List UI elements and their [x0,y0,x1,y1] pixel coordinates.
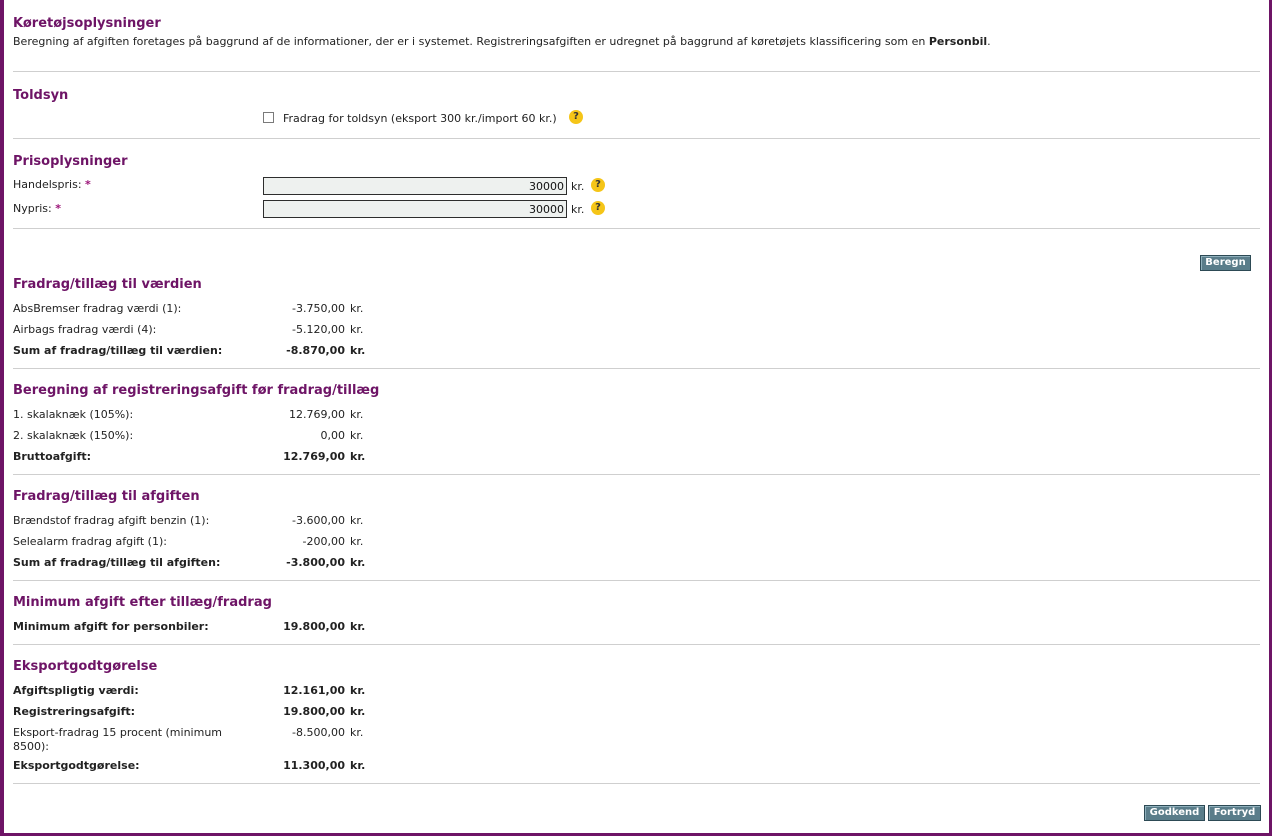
godkend-button[interactable]: Godkend [1144,805,1205,821]
divider [13,644,1260,645]
row-value: -200,00 [302,535,345,548]
handelspris-label: Handelspris: * [13,178,91,191]
vehicle-description-suffix: . [987,35,991,48]
row-value: -3.600,00 [292,514,345,527]
divider [13,71,1260,72]
help-icon[interactable]: ? [591,178,605,192]
row-label: Brændstof fradrag afgift benzin (1): [13,514,210,527]
divider [13,783,1260,784]
divider [13,368,1260,369]
nypris-label: Nypris: * [13,202,61,215]
handelspris-input[interactable] [263,177,567,195]
required-marker: * [85,178,91,191]
row-value: 19.800,00 [283,705,345,718]
divider [13,580,1260,581]
vehicle-description: Beregning af afgiften foretages på baggr… [13,35,991,48]
fee-deductions-heading: Fradrag/tillæg til afgiften [13,489,200,504]
row-unit: kr. [350,450,366,463]
help-icon[interactable]: ? [591,201,605,215]
row-unit: kr. [350,302,364,315]
sum-label: Minimum afgift for personbiler: [13,620,209,633]
vehicle-heading: Køretøjsoplysninger [13,16,161,31]
value-deductions-heading: Fradrag/tillæg til værdien [13,277,202,292]
sum-label: Sum af fradrag/tillæg til afgiften: [13,556,221,569]
beregn-button[interactable]: Beregn [1200,255,1251,271]
price-heading: Prisoplysninger [13,154,128,169]
row-unit: kr. [350,429,364,442]
row-unit: kr. [350,759,366,772]
sum-value: 11.300,00 [283,759,345,772]
row-label: Airbags fradrag værdi (4): [13,323,157,336]
nypris-label-text: Nypris: [13,202,52,215]
vehicle-description-text: Beregning af afgiften foretages på baggr… [13,35,929,48]
handelspris-unit: kr. [571,180,585,193]
export-heading: Eksportgodtgørelse [13,659,158,674]
row-unit: kr. [350,323,364,336]
row-label-continuation: 8500): [13,740,49,753]
row-label: Selealarm fradrag afgift (1): [13,535,167,548]
row-unit: kr. [350,514,364,527]
row-label: 1. skalaknæk (105%): [13,408,134,421]
nypris-input[interactable] [263,200,567,218]
toldsyn-checkbox[interactable] [263,112,274,123]
help-icon[interactable]: ? [569,110,583,124]
handelspris-label-text: Handelspris: [13,178,82,191]
gross-calc-heading: Beregning af registreringsafgift før fra… [13,383,380,398]
row-unit: kr. [350,408,364,421]
divider [13,228,1260,229]
sum-value: 12.769,00 [283,450,345,463]
page-frame [0,0,1272,836]
nypris-unit: kr. [571,203,585,216]
row-unit: kr. [350,726,364,739]
row-unit: kr. [350,705,366,718]
sum-value: 19.800,00 [283,620,345,633]
divider [13,474,1260,475]
row-value: -8.500,00 [292,726,345,739]
toldsyn-heading: Toldsyn [13,88,69,103]
row-label: Registreringsafgift: [13,705,136,718]
row-label: Afgiftspligtig værdi: [13,684,139,697]
toldsyn-checkbox-label[interactable]: Fradrag for toldsyn (eksport 300 kr./imp… [283,112,557,125]
sum-label: Sum af fradrag/tillæg til værdien: [13,344,223,357]
row-value: -3.750,00 [292,302,345,315]
row-value: -5.120,00 [292,323,345,336]
sum-label: Eksportgodtgørelse: [13,759,140,772]
row-value: 12.769,00 [289,408,345,421]
row-label: 2. skalaknæk (150%): [13,429,134,442]
sum-value: -3.800,00 [286,556,345,569]
row-unit: kr. [350,684,366,697]
sum-label: Bruttoafgift: [13,450,92,463]
fortryd-button[interactable]: Fortryd [1208,805,1261,821]
row-value: 12.161,00 [283,684,345,697]
sum-value: -8.870,00 [286,344,345,357]
row-label: AbsBremser fradrag værdi (1): [13,302,182,315]
row-unit: kr. [350,535,364,548]
vehicle-class: Personbil [928,35,988,48]
row-value: 0,00 [320,429,346,442]
required-marker: * [55,202,62,215]
divider [13,138,1260,139]
row-unit: kr. [350,556,366,569]
row-unit: kr. [350,344,366,357]
row-unit: kr. [350,620,366,633]
row-label: Eksport-fradrag 15 procent (minimum [13,726,223,739]
minimum-heading: Minimum afgift efter tillæg/fradrag [13,595,272,610]
